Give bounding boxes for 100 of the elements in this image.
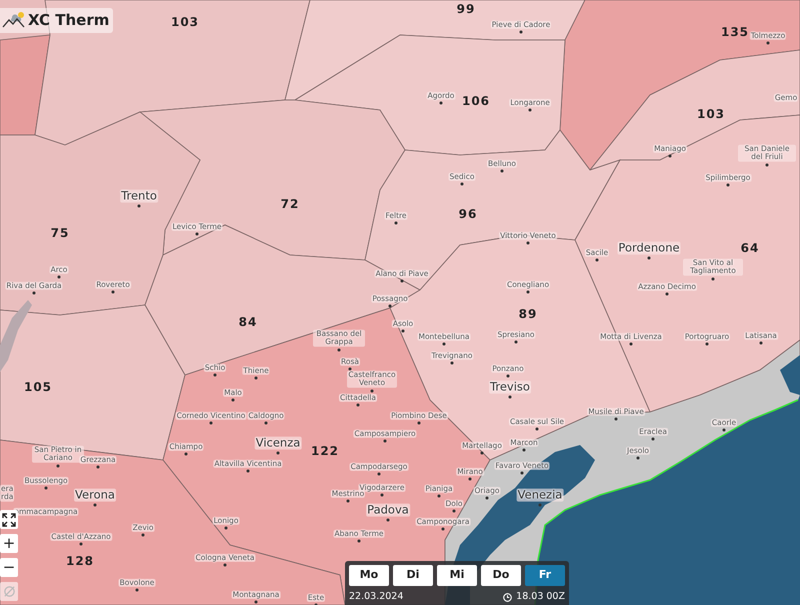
town-marker [276,452,280,454]
town-marker [96,466,100,468]
town-marker [378,472,380,476]
zone-value: 64 [740,240,760,257]
town-marker [380,494,384,496]
zone-value: 99 [456,1,476,18]
day-tab[interactable]: Fr [525,565,565,586]
day-tab[interactable]: Mo [349,565,389,586]
place-label: Trento [120,190,158,202]
town-marker [522,448,526,452]
zone-value: 105 [24,379,52,396]
town-marker [596,258,598,262]
mountain-cloud-sun-icon [2,11,26,30]
town-marker [214,374,216,376]
town-marker [32,292,36,294]
town-marker [400,280,404,282]
town-marker [346,500,350,502]
fullscreen-icon [2,512,16,526]
town-marker [94,504,96,506]
town-marker [358,540,360,542]
day-tab[interactable]: Di [393,565,433,586]
town-marker [486,496,488,500]
zoom-in-button[interactable]: + [0,534,18,553]
town-marker [388,304,392,308]
town-marker [44,486,48,490]
town-marker [58,276,60,278]
zone-value: 75 [50,225,70,242]
town-marker [142,534,144,536]
town-marker [384,440,386,442]
place-label: Pordenone [617,242,681,254]
town-marker [500,170,504,172]
town-marker [480,452,484,454]
town-marker [254,376,258,380]
place-label: Vicenza [254,436,302,450]
town-marker [56,464,60,468]
town-marker [438,494,440,498]
clock-icon [503,592,512,602]
town-marker [630,342,632,346]
town-marker [224,526,228,530]
town-marker [668,154,672,158]
town-marker [442,342,446,346]
town-marker [722,428,726,432]
place-label: Venezia [516,488,564,502]
zoom-out-button[interactable]: − [0,558,18,577]
day-tab[interactable]: Do [481,565,521,586]
zone-value: 103 [696,106,726,123]
town-marker [136,588,138,592]
place-label: Treviso [489,380,531,394]
town-marker [760,342,762,344]
town-marker [246,470,250,472]
zone-value: 122 [310,443,340,460]
lake-area [0,300,32,372]
town-marker [196,232,198,236]
town-marker [528,108,532,112]
zone-value: 84 [238,314,258,331]
zone-value: 128 [66,553,94,570]
town-marker [254,600,258,604]
place-label: Verona [74,488,116,502]
town-marker [712,278,714,280]
town-marker [418,422,420,424]
town-marker [538,504,542,506]
town-marker [526,290,530,294]
town-marker [348,368,352,370]
lagoon-water-area [780,355,800,395]
zone-value: 96 [458,206,478,223]
town-marker [184,452,188,456]
town-marker [666,292,668,296]
town-marker [766,42,770,44]
town-marker [508,396,512,398]
town-marker [452,510,456,512]
town-marker [138,204,140,208]
town-marker [402,330,404,332]
town-marker [112,290,114,294]
town-marker [450,362,454,364]
date-text: 22.03.2024 [349,590,404,604]
town-marker [636,456,640,460]
run-time-text: 18.03 00Z [516,590,565,604]
town-marker [386,518,390,522]
town-marker [506,374,510,378]
town-marker [338,348,340,352]
town-marker [460,182,464,186]
day-tab[interactable]: Mi [437,565,477,586]
fullscreen-button[interactable] [0,510,18,529]
town-marker [468,478,472,480]
zone-value: 89 [518,306,538,323]
town-marker [394,222,398,224]
town-marker [614,418,618,420]
place-label: Padova [366,504,410,516]
zone-value: 103 [170,14,200,31]
town-marker [648,256,650,260]
town-marker [766,164,768,166]
location-off-icon [2,585,16,598]
zone-value: 135 [720,24,750,41]
town-marker [442,528,444,530]
town-marker [370,390,374,392]
town-marker [520,472,524,474]
town-marker [514,340,518,344]
town-marker [536,428,538,430]
town-marker [264,422,268,424]
town-marker [526,242,530,244]
